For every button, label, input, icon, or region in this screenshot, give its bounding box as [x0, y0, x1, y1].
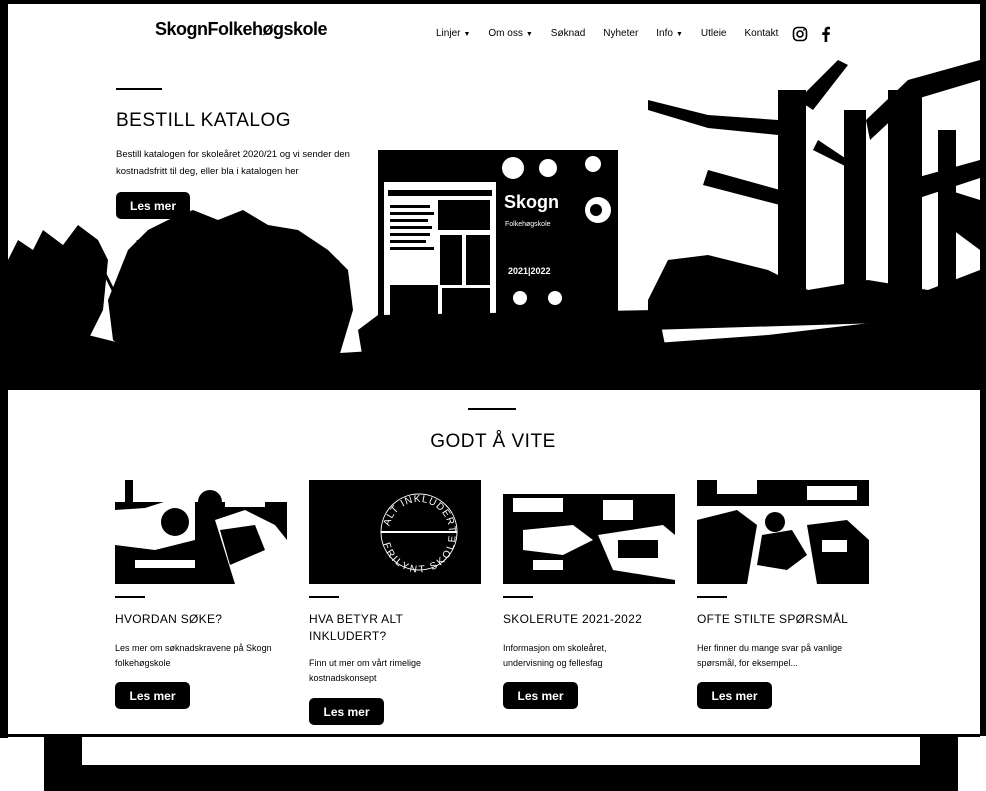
hero-les-mer-button[interactable]: Les mer — [116, 192, 190, 219]
nav-item-info[interactable]: Info ▼ — [656, 28, 683, 39]
page-frame-top — [0, 0, 986, 4]
nav-item-linjer[interactable]: Linjer ▼ — [436, 28, 470, 39]
card-divider — [503, 596, 533, 598]
nav-item-nyheter[interactable]: Nyheter — [603, 28, 638, 39]
site-logo[interactable]: SkognFolkehøgskole — [155, 19, 328, 40]
catalog-subtitle: Folkehøgskole — [505, 221, 551, 228]
hero-divider — [116, 88, 162, 90]
chevron-down-icon: ▼ — [675, 31, 683, 38]
hero-text: Bestill katalogen for skoleåret 2020/21 … — [116, 149, 350, 177]
card-title: HVA BETYR ALT INKLUDERT? — [309, 612, 403, 643]
nav-item-utleie[interactable]: Utleie — [701, 28, 727, 39]
card-text: Her finner du mange svar på vanlige spør… — [697, 643, 843, 668]
nav-label: Kontakt — [744, 28, 779, 39]
section-title: GODT Å VITE — [430, 431, 556, 452]
card-image-faq[interactable] — [697, 480, 869, 584]
card-title: SKOLERUTE 2021-2022 — [503, 612, 643, 626]
nav-label: Søknad — [550, 28, 586, 39]
card-les-mer-button[interactable]: Les mer — [115, 682, 190, 709]
instagram-icon[interactable] — [792, 26, 808, 42]
page-frame-left — [0, 0, 8, 738]
nav-label: Om oss — [488, 28, 523, 39]
page-frame-right — [980, 0, 986, 736]
nav-item-kontakt[interactable]: Kontakt — [744, 28, 778, 39]
facebook-icon[interactable] — [818, 26, 834, 42]
page-frame-bottom — [8, 734, 980, 737]
card-image-alt-inkludert[interactable]: ALT INKLUDERT FRILYNT SKOLE — [309, 480, 481, 584]
card-divider — [309, 596, 339, 598]
catalog-title: Skogn — [504, 192, 559, 212]
card-text: Finn ut mer om vårt rimelige kostnadskon… — [309, 658, 422, 683]
main-nav: Linjer ▼ Om oss ▼ Søknad Nyheter Info ▼ Utl… — [436, 28, 796, 39]
chevron-down-icon: ▼ — [463, 31, 471, 38]
nav-label: Linjer — [436, 28, 461, 39]
catalog-year: 2021|2022 — [508, 266, 551, 276]
nav-label: Info — [656, 28, 673, 39]
hero-title: BESTILL KATALOG — [116, 110, 292, 131]
card-divider — [697, 596, 727, 598]
card-divider — [115, 596, 145, 598]
monitor-stand-base — [44, 765, 958, 791]
card-text: Les mer om søknadskravene på Skogn folke… — [115, 643, 272, 668]
nav-label: Utleie — [700, 28, 727, 39]
card-image-skolerute[interactable] — [503, 480, 675, 584]
card-title: HVORDAN SØKE? — [115, 612, 223, 626]
nav-item-om-oss[interactable]: Om oss ▼ — [488, 28, 532, 39]
card-text: Informasjon om skoleåret, undervisning o… — [503, 643, 607, 668]
nav-label: Nyheter — [603, 28, 639, 39]
card-les-mer-button[interactable]: Les mer — [309, 698, 384, 725]
chevron-down-icon: ▼ — [525, 31, 533, 38]
card-les-mer-button[interactable]: Les mer — [503, 682, 578, 709]
nav-item-soknad[interactable]: Søknad — [551, 28, 585, 39]
hero-banner: Skogn Folkehøgskole 2021|2022 BESTILL KA… — [8, 60, 980, 390]
card-image-hvordan-soke[interactable] — [115, 480, 287, 584]
card-les-mer-button[interactable]: Les mer — [697, 682, 772, 709]
section-divider — [468, 408, 516, 410]
card-title: OFTE STILTE SPØRSMÅL — [697, 612, 849, 626]
